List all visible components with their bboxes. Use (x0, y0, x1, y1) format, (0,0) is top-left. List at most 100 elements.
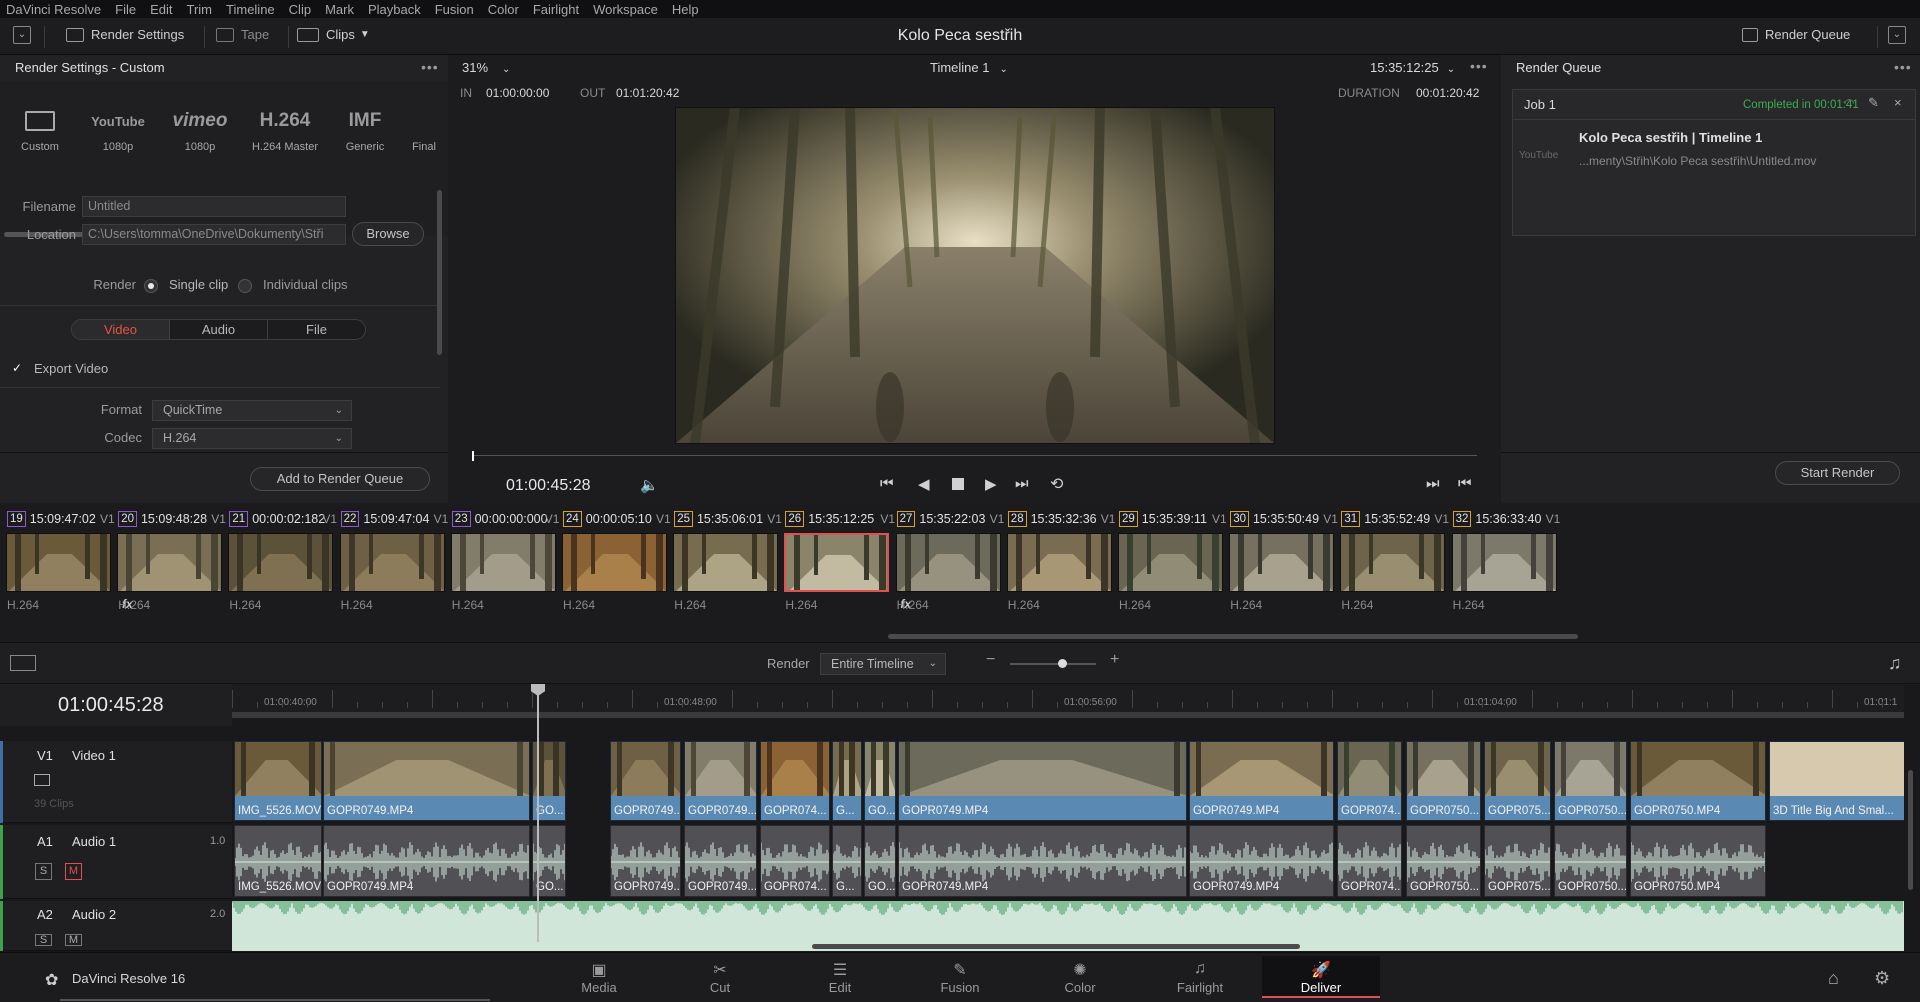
browse-button[interactable]: Browse (352, 222, 424, 246)
render-range-dropdown[interactable]: Entire Timeline ⌄ (820, 653, 946, 675)
more-options-icon[interactable]: ••• (421, 59, 439, 75)
clip-strip-scrollbar[interactable] (888, 634, 1578, 639)
start-render-button[interactable]: Start Render (1775, 461, 1900, 485)
scrubber-track[interactable] (472, 455, 1477, 456)
clip-thumbnail[interactable] (6, 533, 111, 592)
more-options-icon[interactable]: ••• (1894, 59, 1912, 75)
audio-clip[interactable]: GOPR0749.MP4 (323, 825, 530, 897)
video-clip[interactable]: GOPR074... (1337, 741, 1402, 821)
video-clip[interactable]: GO... (864, 741, 896, 821)
preset-2[interactable]: vimeo 1080p (160, 101, 240, 153)
audio-clip[interactable]: GOPR0750... (1554, 825, 1627, 897)
in-timecode[interactable]: 01:00:00:00 (486, 86, 549, 100)
video-clip[interactable]: GOPR0749.MP4 (323, 741, 530, 821)
loop-icon[interactable]: ⟲ (1050, 474, 1063, 494)
more-options-icon[interactable]: ••• (1470, 58, 1488, 74)
menu-item[interactable]: Clip (282, 2, 318, 17)
settings-gear-icon[interactable]: ⚙ (1874, 968, 1890, 989)
video-clip[interactable]: GOPR0749.MP4 (1189, 741, 1334, 821)
zoom-slider[interactable] (1010, 663, 1096, 665)
zoom-slider-handle[interactable] (1058, 659, 1067, 668)
track-name[interactable]: Audio 2 (72, 907, 116, 922)
single-clip-radio[interactable] (144, 279, 158, 293)
export-video-checkbox[interactable]: ✓ (10, 361, 24, 375)
menu-item[interactable]: Playback (361, 2, 428, 17)
video-clip[interactable]: GOPR0749... (610, 741, 681, 821)
audio-clip[interactable]: GOPR0749.MP4 (898, 825, 1187, 897)
video-clip[interactable]: GOPR0749.MP4 (898, 741, 1187, 821)
filename-field[interactable]: Untitled (82, 196, 346, 217)
audio-clip[interactable]: G... (832, 825, 862, 897)
menu-item[interactable]: Mark (318, 2, 361, 17)
timeline-view-options-icon[interactable] (10, 655, 36, 671)
menu-item[interactable]: File (108, 2, 143, 17)
clip-thumbnail[interactable] (339, 533, 445, 592)
video-clip[interactable]: GOPR075... (1484, 741, 1551, 821)
menu-item[interactable]: Help (665, 2, 706, 17)
page-tab-cut[interactable]: ✂ Cut (661, 960, 779, 995)
panel-toggle-right-icon[interactable]: ⌄ (1888, 26, 1906, 44)
location-field[interactable]: C:\Users\tomma\OneDrive\Dokumenty\Stři (82, 224, 346, 245)
timeline-vscrollbar[interactable] (1908, 770, 1913, 890)
page-tab-deliver[interactable]: 🚀 Deliver (1262, 956, 1380, 998)
page-tab-edit[interactable]: ☰ Edit (781, 960, 899, 995)
go-to-start-icon[interactable]: ⏮ (880, 475, 894, 492)
add-to-render-queue-button[interactable]: Add to Render Queue (250, 467, 430, 491)
preset-0[interactable]: Custom (0, 101, 80, 153)
clip-thumbnail[interactable] (450, 533, 556, 592)
scrubber-playhead[interactable] (472, 451, 474, 461)
audio-clip[interactable]: GOPR074... (760, 825, 830, 897)
menu-item[interactable]: Fusion (428, 2, 481, 17)
timeline-ruler[interactable]: 01:00:40:00 01:00:48:00 01:00:56:00 01:01:0… (232, 684, 1904, 714)
timeline-selector[interactable]: Timeline 1 ⌄ (930, 60, 1008, 75)
video-clip[interactable]: 3D Title Big And Smal... (1769, 741, 1904, 821)
render-queue-toggle[interactable]: Render Queue (1742, 27, 1850, 42)
clip-thumbnail[interactable] (1006, 533, 1112, 592)
timecode-display[interactable]: 15:35:12:25 ⌄ (1370, 60, 1455, 75)
codec-dropdown[interactable]: H.264 ⌄ (152, 428, 352, 449)
clip-thumbnail[interactable] (1451, 533, 1557, 592)
format-dropdown[interactable]: QuickTime ⌄ (152, 400, 352, 421)
panel-toggle-icon[interactable]: ⌄ (13, 26, 31, 44)
viewer-frame[interactable] (675, 107, 1275, 444)
go-to-end-icon[interactable]: ⏭ (1015, 475, 1029, 492)
solo-button[interactable]: S (35, 863, 52, 880)
mute-button[interactable]: M (65, 934, 82, 946)
audio-clip[interactable]: GOPR0749.MP4 (1189, 825, 1334, 897)
audio-clip[interactable]: IMG_5526.MOV (234, 825, 322, 897)
audio-clip[interactable]: GOPR0749... (610, 825, 681, 897)
zoom-in-icon[interactable]: + (1110, 651, 1119, 669)
preset-5[interactable]: Final (400, 101, 448, 153)
close-icon[interactable]: × (1894, 95, 1902, 110)
next-clip-icon[interactable]: ⏭ (1426, 475, 1440, 492)
render-job-card[interactable]: Job 1 Completed in 00:01:41 ◠ ✎ × YouTub… (1512, 89, 1916, 236)
tab-video[interactable]: Video (72, 320, 170, 339)
clip-thumbnail[interactable] (895, 533, 1001, 592)
clip-thumbnail[interactable] (228, 533, 334, 592)
preset-3[interactable]: H.264 H.264 Master (245, 101, 325, 153)
page-tab-media[interactable]: ▣ Media (540, 960, 658, 995)
play-icon[interactable]: ▶ (985, 475, 997, 493)
stop-icon[interactable] (952, 478, 964, 490)
clip-thumbnail[interactable] (1340, 533, 1446, 592)
clip-thumbnail[interactable] (117, 533, 223, 592)
menu-item[interactable]: Color (481, 2, 526, 17)
tab-audio[interactable]: Audio (170, 320, 268, 339)
audio-clip[interactable]: GOPR0750... (1406, 825, 1481, 897)
page-tab-fusion[interactable]: ✎ Fusion (901, 960, 1019, 995)
zoom-level[interactable]: 31% ⌄ (462, 60, 510, 75)
menu-item[interactable]: DaVinci Resolve (0, 2, 108, 17)
video-clip[interactable]: IMG_5526.MOV (234, 741, 322, 821)
home-icon[interactable]: ⌂ (1828, 968, 1839, 989)
tape-button[interactable]: Tape (216, 27, 269, 42)
preset-1[interactable]: YouTube 1080p (78, 101, 158, 154)
audio-clip[interactable]: GO... (864, 825, 896, 897)
menu-item[interactable]: Workspace (586, 2, 665, 17)
timeline-playhead[interactable] (537, 690, 539, 942)
track-name[interactable]: Audio 1 (72, 834, 116, 849)
solo-button[interactable]: S (35, 934, 52, 946)
video-clip[interactable]: GOPR0750... (1406, 741, 1481, 821)
tab-file[interactable]: File (268, 320, 365, 339)
audio-clip[interactable]: GOPR0750.MP4 (1630, 825, 1766, 897)
clip-thumbnail[interactable] (1229, 533, 1335, 592)
